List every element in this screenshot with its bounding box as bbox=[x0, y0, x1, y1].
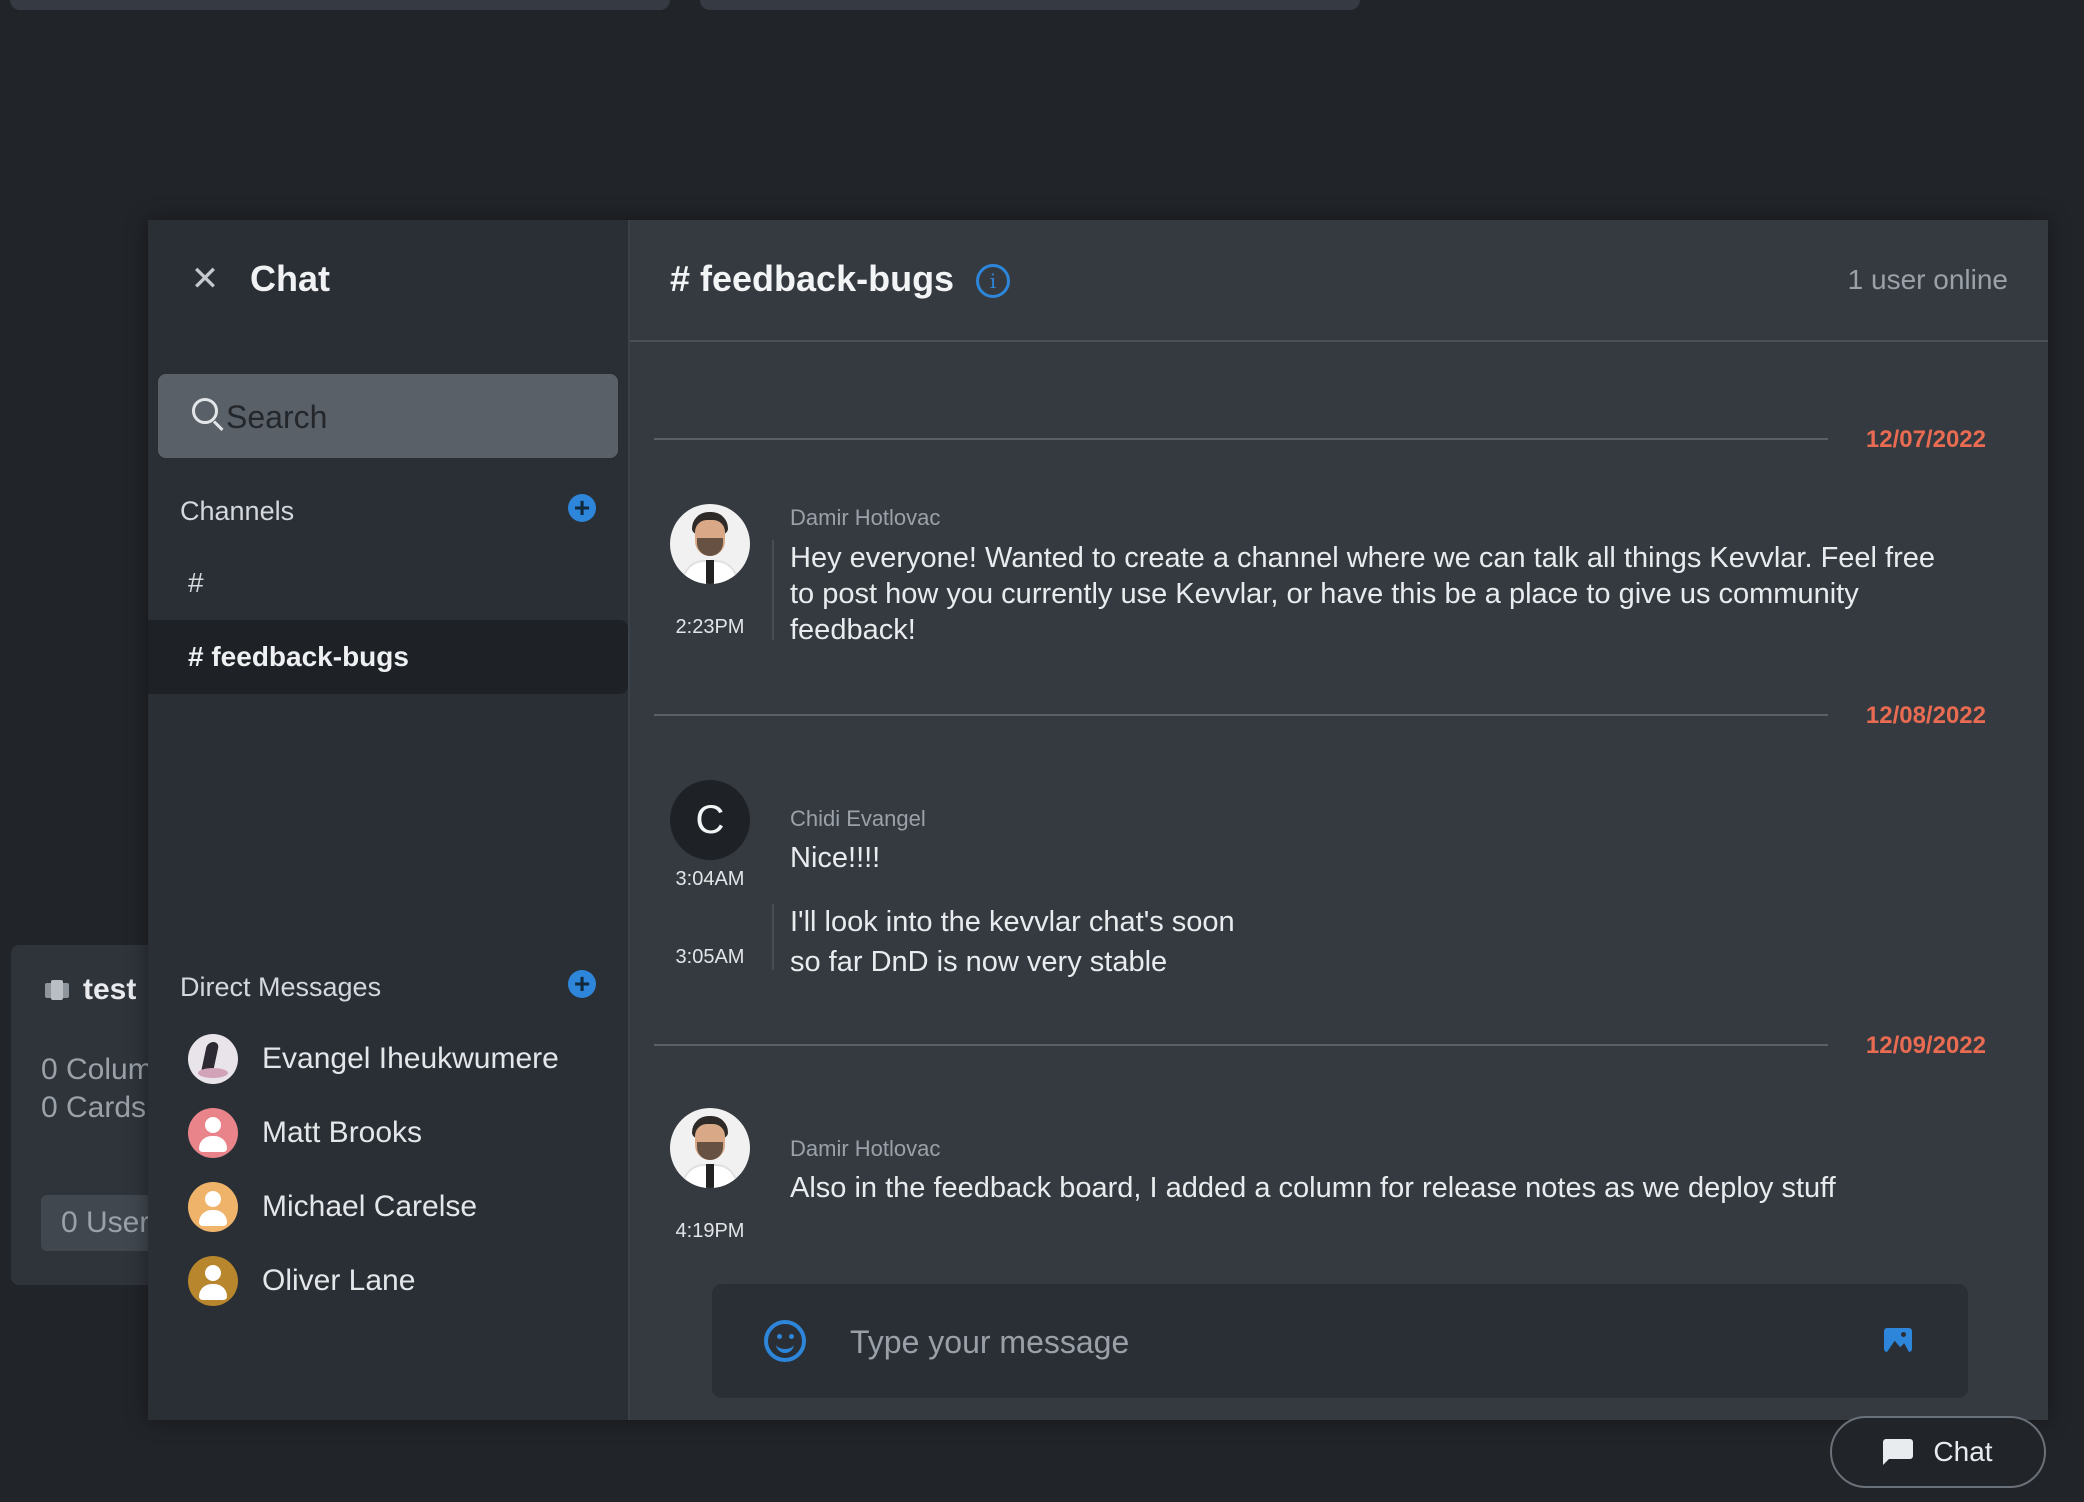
message-divider bbox=[772, 540, 774, 640]
background-top-bar bbox=[700, 0, 1360, 10]
chat-title: Chat bbox=[250, 258, 330, 299]
emoji-icon[interactable] bbox=[764, 1320, 806, 1362]
channel-item-general[interactable]: # bbox=[148, 546, 628, 620]
search-box[interactable] bbox=[158, 374, 618, 458]
dm-item-matt[interactable]: Matt Brooks bbox=[188, 1108, 422, 1158]
add-channel-icon[interactable]: + bbox=[568, 494, 596, 522]
info-icon[interactable]: i bbox=[976, 264, 1010, 298]
channels-label: Channels bbox=[180, 496, 295, 526]
chat-bubble-icon bbox=[1883, 1439, 1914, 1465]
image-upload-icon[interactable] bbox=[1884, 1328, 1912, 1352]
date-label: 12/08/2022 bbox=[1865, 702, 1986, 729]
chat-sidebar: ✕ Chat Channels + # # feedback-bugs Dire… bbox=[148, 220, 630, 1420]
chat-toggle-button[interactable]: Chat bbox=[1830, 1416, 2046, 1488]
message-sender: Chidi Evangel bbox=[790, 806, 926, 831]
search-icon bbox=[192, 398, 218, 424]
message-input[interactable] bbox=[848, 1314, 1852, 1370]
dm-name: Matt Brooks bbox=[262, 1116, 423, 1149]
online-status: 1 user online bbox=[1847, 264, 2008, 295]
dm-name: Michael Carelse bbox=[262, 1190, 478, 1223]
dm-item-michael[interactable]: Michael Carelse bbox=[188, 1182, 477, 1232]
message-text: Nice!!!! bbox=[790, 842, 881, 874]
avatar bbox=[188, 1182, 238, 1232]
direct-messages-label: Direct Messages bbox=[180, 972, 382, 1002]
message-divider bbox=[772, 904, 774, 970]
dm-name: Oliver Lane bbox=[262, 1264, 416, 1297]
channel-view: # feedback-bugs i 1 user online 12/07/20… bbox=[630, 220, 2048, 1420]
board-card-title: test bbox=[45, 973, 136, 1007]
close-icon[interactable]: ✕ bbox=[190, 262, 220, 296]
message-time: 3:05AM bbox=[675, 946, 745, 968]
message-sender: Damir Hotlovac bbox=[790, 1136, 941, 1161]
message-time: 2:23PM bbox=[675, 616, 745, 638]
avatar[interactable] bbox=[670, 504, 750, 584]
date-divider bbox=[654, 714, 1828, 716]
channel-item-feedback-bugs[interactable]: # feedback-bugs bbox=[148, 620, 628, 694]
dm-item-evangel[interactable]: Evangel Iheukwumere bbox=[188, 1034, 559, 1084]
message-text: Hey everyone! Wanted to create a channel… bbox=[790, 542, 1936, 646]
avatar bbox=[188, 1034, 238, 1084]
message-text-line: I'll look into the kevvlar chat's soon bbox=[790, 906, 1235, 938]
message-time: 3:04AM bbox=[675, 868, 745, 890]
message-text-line: so far DnD is now very stable bbox=[790, 946, 1168, 978]
date-divider bbox=[654, 438, 1828, 440]
add-direct-message-icon[interactable]: + bbox=[568, 970, 596, 998]
date-label: 12/07/2022 bbox=[1865, 426, 1986, 453]
message-sender: Damir Hotlovac bbox=[790, 505, 941, 530]
message-text: I'll look into the kevvlar chat's soon s… bbox=[790, 902, 1970, 982]
chat-toggle-label: Chat bbox=[1933, 1436, 1993, 1467]
avatar bbox=[188, 1256, 238, 1306]
avatar[interactable]: C bbox=[670, 780, 750, 860]
channel-title: # feedback-bugs bbox=[670, 258, 955, 299]
avatar bbox=[188, 1108, 238, 1158]
message-composer bbox=[712, 1284, 1968, 1398]
dm-item-oliver[interactable]: Oliver Lane bbox=[188, 1256, 415, 1306]
background-top-bar bbox=[10, 0, 670, 10]
chat-panel: ✕ Chat Channels + # # feedback-bugs Dire… bbox=[148, 220, 2048, 1420]
message-time: 4:19PM bbox=[675, 1220, 745, 1242]
board-cards-count: 0 Cards bbox=[41, 1091, 147, 1124]
board-icon bbox=[45, 980, 69, 1000]
dm-name: Evangel Iheukwumere bbox=[262, 1042, 559, 1075]
avatar[interactable] bbox=[670, 1108, 750, 1188]
channel-header: # feedback-bugs i 1 user online bbox=[630, 220, 2048, 342]
message-text: Also in the feedback board, I added a co… bbox=[790, 1172, 1836, 1204]
search-input[interactable] bbox=[224, 388, 608, 446]
date-divider bbox=[654, 1044, 1828, 1046]
date-label: 12/09/2022 bbox=[1865, 1032, 1986, 1059]
